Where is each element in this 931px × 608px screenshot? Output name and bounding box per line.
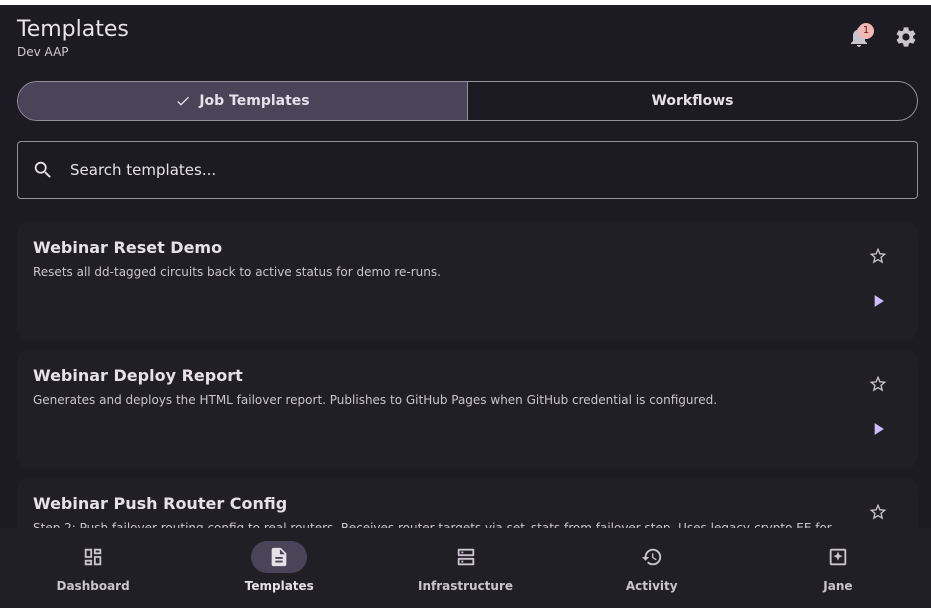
search-input[interactable] [70, 161, 917, 179]
page-header: Templates Dev AAP [17, 17, 129, 59]
template-card[interactable]: Webinar Deploy Report Generates and depl… [17, 350, 918, 468]
notification-badge: 1 [858, 23, 874, 39]
nav-label: Activity [625, 579, 678, 593]
star-icon[interactable] [868, 246, 888, 270]
nav-item-account[interactable]: Jane [745, 528, 931, 608]
template-type-tabs: Job Templates Workflows [17, 81, 918, 121]
dashboard-icon [84, 548, 102, 566]
template-name: Webinar Deploy Report [33, 366, 243, 385]
page-subtitle: Dev AAP [17, 45, 69, 59]
play-icon[interactable] [868, 291, 888, 315]
tab-job-templates[interactable]: Job Templates [18, 82, 468, 120]
nav-item-infrastructure[interactable]: Infrastructure [372, 528, 558, 608]
tab-label: Job Templates [199, 93, 310, 109]
play-icon[interactable] [868, 419, 888, 443]
tab-label: Workflows [651, 93, 734, 109]
template-description: Resets all dd-tagged circuits back to ac… [33, 265, 441, 279]
nav-item-activity[interactable]: Activity [559, 528, 745, 608]
template-name: Webinar Push Router Config [33, 494, 288, 513]
account-icon [829, 548, 847, 566]
check-icon [177, 96, 190, 106]
nav-item-dashboard[interactable]: Dashboard [0, 528, 186, 608]
search-icon [34, 161, 51, 178]
app-window: Templates Dev AAP 1 Job Templates Workfl… [0, 5, 931, 608]
page-title: Templates [17, 17, 129, 42]
template-description: Generates and deploys the HTML failover … [33, 393, 718, 407]
star-icon[interactable] [868, 374, 888, 398]
template-name: Webinar Reset Demo [33, 238, 223, 257]
history-icon [641, 548, 661, 566]
nav-label: Jane [823, 579, 853, 593]
nav-label: Infrastructure [417, 579, 514, 593]
document-icon [271, 547, 287, 567]
star-icon[interactable] [868, 502, 888, 526]
bottom-navigation: Dashboard Templates Infrastructure Activ… [0, 528, 931, 608]
storage-icon [457, 548, 474, 566]
nav-label: Dashboard [56, 579, 130, 593]
nav-item-templates[interactable]: Templates [186, 528, 372, 608]
template-card[interactable]: Webinar Reset Demo Resets all dd-tagged … [17, 222, 918, 340]
tab-workflows[interactable]: Workflows [468, 82, 917, 120]
gear-icon[interactable] [894, 25, 918, 49]
search-field[interactable] [17, 141, 918, 199]
nav-label: Templates [244, 579, 314, 593]
